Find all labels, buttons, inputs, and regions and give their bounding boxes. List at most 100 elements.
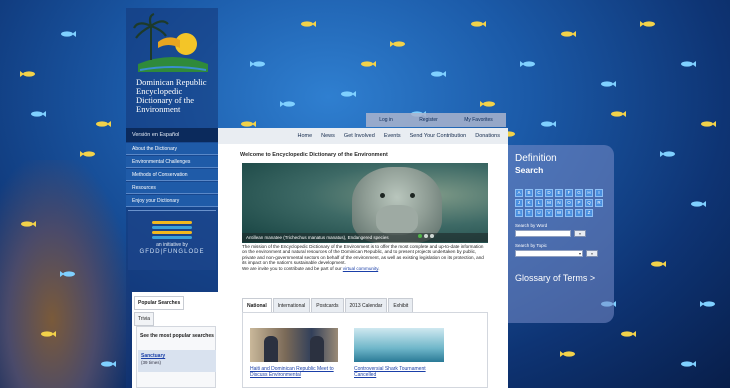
gfdd-stripes-icon (152, 221, 192, 239)
letter-button[interactable]: B (525, 189, 533, 197)
list-item[interactable]: Sanctuary (39 times) (138, 350, 216, 372)
letter-button[interactable]: Z (585, 209, 593, 217)
search-by-word-label: Search by Word (515, 223, 548, 228)
fish-icon (340, 90, 356, 98)
letter-button[interactable]: P (575, 199, 583, 207)
slide-dot[interactable] (430, 234, 434, 238)
tab-exhibit[interactable]: Exhibit (388, 298, 414, 312)
letter-button[interactable]: E (555, 189, 563, 197)
tab-international[interactable]: International (272, 298, 311, 312)
search-word-input[interactable] (515, 230, 571, 237)
sidebar-item-challenges[interactable]: Environmental Challenges (126, 156, 218, 168)
favorites-link[interactable]: My Favorites (464, 117, 493, 123)
tab-trivia[interactable]: Trivia (134, 312, 155, 326)
nav-get-involved[interactable]: Get Involved (344, 133, 375, 139)
letter-button[interactable]: N (555, 199, 563, 207)
hero-slideshow[interactable] (242, 163, 488, 243)
spanish-version-link[interactable]: Versión en Español (126, 128, 218, 142)
alphabet-grid: ABCDEFGHI JKLMNOPQR STUVWXYZ (515, 189, 611, 217)
fish-icon (30, 110, 46, 118)
sidebar-item-enjoy[interactable]: Enjoy your Dictionary (126, 195, 218, 207)
account-links: Log in Register My Favorites (366, 113, 506, 127)
popular-tabs: Popular Searches Trivia (134, 296, 185, 326)
fish-icon (390, 40, 406, 48)
register-link[interactable]: Register (419, 117, 438, 123)
letter-button[interactable]: T (525, 209, 533, 217)
chevron-down-icon: ▾ (578, 251, 581, 256)
popular-term[interactable]: Sanctuary (141, 353, 213, 359)
fish-icon (650, 260, 666, 268)
sidebar-item-about[interactable]: About the Dictionary (126, 143, 218, 155)
nav-news[interactable]: News (321, 133, 335, 139)
nav-donations[interactable]: Donations (475, 133, 500, 139)
letter-button[interactable]: L (535, 199, 543, 207)
fish-icon (470, 20, 486, 28)
welcome-heading: Welcome to Encyclopedic Dictionary of th… (240, 152, 388, 158)
letter-button[interactable]: V (545, 209, 553, 217)
letter-button[interactable]: S (515, 209, 523, 217)
letter-button[interactable]: O (565, 199, 573, 207)
palm-island-icon (133, 12, 208, 72)
fish-icon (660, 150, 676, 158)
person-shape (264, 336, 278, 362)
initiative-logo[interactable]: an initiative by GFDD|FUNGLODE (128, 210, 216, 270)
nav-send-contribution[interactable]: Send Your Contribution (410, 133, 467, 139)
fish-icon (60, 270, 76, 278)
eye-icon (380, 193, 385, 198)
fish-icon (700, 300, 716, 308)
news-image-meeting[interactable] (250, 328, 338, 362)
popular-count: (39 times) (141, 360, 162, 365)
slide-dot[interactable] (424, 234, 428, 238)
nav-events[interactable]: Events (384, 133, 401, 139)
letter-button[interactable]: J (515, 199, 523, 207)
letter-button[interactable]: G (575, 189, 583, 197)
fish-icon (300, 20, 316, 28)
news-tabs: National International Postcards 2013 Ca… (242, 298, 414, 312)
letter-button[interactable]: H (585, 189, 593, 197)
slideshow-dots (418, 234, 434, 238)
fish-icon (250, 60, 266, 68)
news-image-shark[interactable] (354, 328, 444, 362)
tab-postcards[interactable]: Postcards (311, 298, 344, 312)
virtual-community-link[interactable]: virtual community (343, 266, 378, 271)
nav-home[interactable]: Home (297, 133, 312, 139)
fish-icon (520, 60, 536, 68)
login-link[interactable]: Log in (379, 117, 393, 123)
search-by-topic-label: Search by Topic (515, 243, 547, 248)
news-link-shark[interactable]: Controversial Shark Tournament Cancelled (354, 366, 444, 378)
search-word-button[interactable]: » (574, 230, 586, 237)
sidebar-item-resources[interactable]: Resources (126, 182, 218, 194)
fish-icon (690, 200, 706, 208)
mission-text: The mission of the Encyclopedic Dictiona… (242, 244, 484, 271)
letter-button[interactable]: F (565, 189, 573, 197)
invite-text: We are invite you to contribute and be p… (242, 265, 342, 271)
topic-select[interactable]: ▾ (515, 250, 583, 257)
letter-button[interactable]: M (545, 199, 553, 207)
letter-button[interactable]: R (595, 199, 603, 207)
fish-icon (540, 120, 556, 128)
letter-button[interactable]: X (565, 209, 573, 217)
letter-button[interactable]: Q (585, 199, 593, 207)
tab-national[interactable]: National (242, 298, 272, 312)
letter-button[interactable]: D (545, 189, 553, 197)
letter-button[interactable]: K (525, 199, 533, 207)
search-panel-title: Definition (515, 153, 557, 164)
news-link-haiti[interactable]: Haiti and Dominican Republic Meet to Dis… (250, 366, 340, 378)
manatee-image (352, 167, 442, 243)
tab-calendar[interactable]: 2013 Calendar (344, 298, 388, 312)
site-title[interactable]: Dominican Republic Encyclopedic Dictiona… (136, 78, 216, 114)
letter-button[interactable]: A (515, 189, 523, 197)
search-topic-button[interactable]: » (586, 250, 598, 257)
letter-button[interactable]: U (535, 209, 543, 217)
glossary-link[interactable]: Glossary of Terms > (515, 273, 607, 283)
fish-icon (20, 220, 36, 228)
slide-dot[interactable] (418, 234, 422, 238)
sidebar-item-conservation[interactable]: Methods of Conservation (126, 169, 218, 181)
letter-button[interactable]: Y (575, 209, 583, 217)
letter-button[interactable]: W (555, 209, 563, 217)
letter-button[interactable]: C (535, 189, 543, 197)
fish-icon (280, 100, 296, 108)
fish-icon (20, 70, 36, 78)
letter-button[interactable]: I (595, 189, 603, 197)
tab-popular-searches[interactable]: Popular Searches (134, 296, 185, 310)
